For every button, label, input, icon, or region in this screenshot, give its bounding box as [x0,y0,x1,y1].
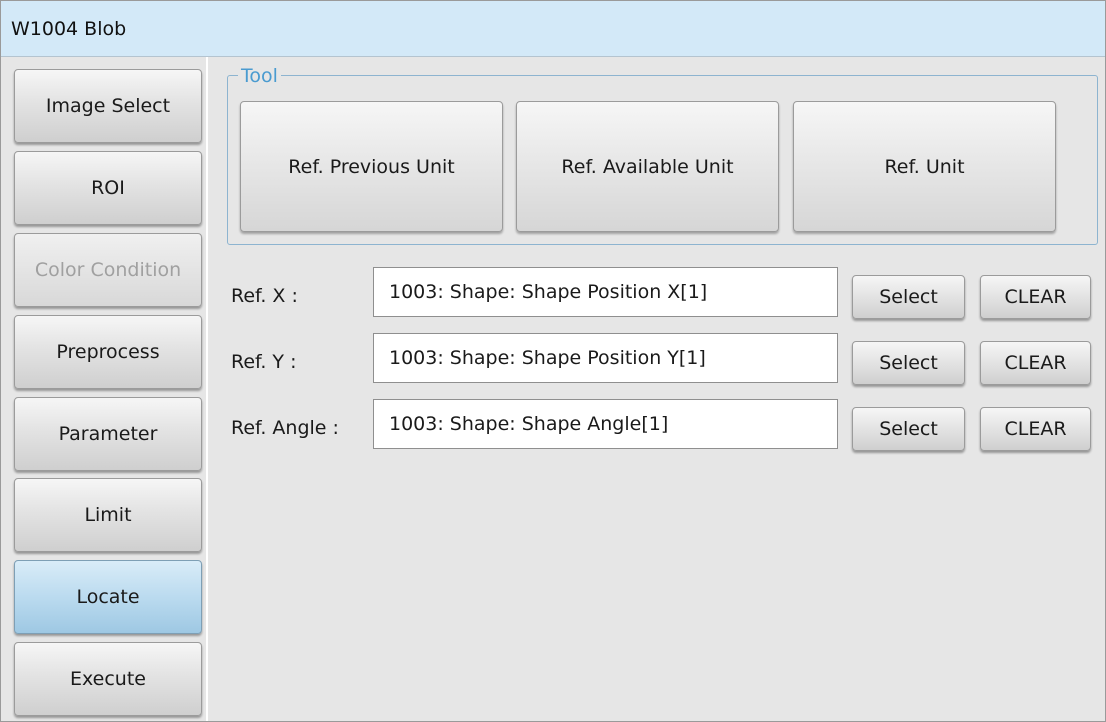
sidebar-item-limit[interactable]: Limit [14,478,202,552]
ref-y-clear-button[interactable]: CLEAR [980,341,1091,385]
sidebar-item-execute[interactable]: Execute [14,642,202,716]
window-title: W1004 Blob [11,18,127,40]
sidebar-item-parameter[interactable]: Parameter [14,397,202,471]
sidebar: Image Select ROI Color Condition Preproc… [1,57,208,721]
sidebar-item-image-select[interactable]: Image Select [14,69,202,143]
ref-y-field[interactable]: 1003: Shape: Shape Position Y[1] [373,333,838,383]
title-bar: W1004 Blob [1,1,1105,57]
sidebar-item-roi[interactable]: ROI [14,151,202,225]
ref-unit-button[interactable]: Ref. Unit [793,101,1056,232]
sidebar-item-locate[interactable]: Locate [14,560,202,634]
ref-x-field[interactable]: 1003: Shape: Shape Position X[1] [373,267,838,317]
sidebar-item-preprocess[interactable]: Preprocess [14,315,202,389]
sidebar-item-color-condition[interactable]: Color Condition [14,233,202,307]
ref-y-label: Ref. Y : [231,351,297,373]
ref-y-select-button[interactable]: Select [852,341,965,385]
app-window: W1004 Blob Image Select ROI Color Condit… [0,0,1106,722]
ref-previous-unit-button[interactable]: Ref. Previous Unit [240,101,503,232]
tool-group-legend: Tool [238,65,281,87]
ref-angle-label: Ref. Angle : [231,417,339,439]
ref-angle-clear-button[interactable]: CLEAR [980,407,1091,451]
ref-x-label: Ref. X : [231,285,298,307]
main-panel: Tool Ref. Previous Unit Ref. Available U… [210,57,1105,721]
ref-x-select-button[interactable]: Select [852,275,965,319]
ref-available-unit-button[interactable]: Ref. Available Unit [516,101,779,232]
ref-angle-field[interactable]: 1003: Shape: Shape Angle[1] [373,399,838,449]
ref-angle-select-button[interactable]: Select [852,407,965,451]
ref-x-clear-button[interactable]: CLEAR [980,275,1091,319]
